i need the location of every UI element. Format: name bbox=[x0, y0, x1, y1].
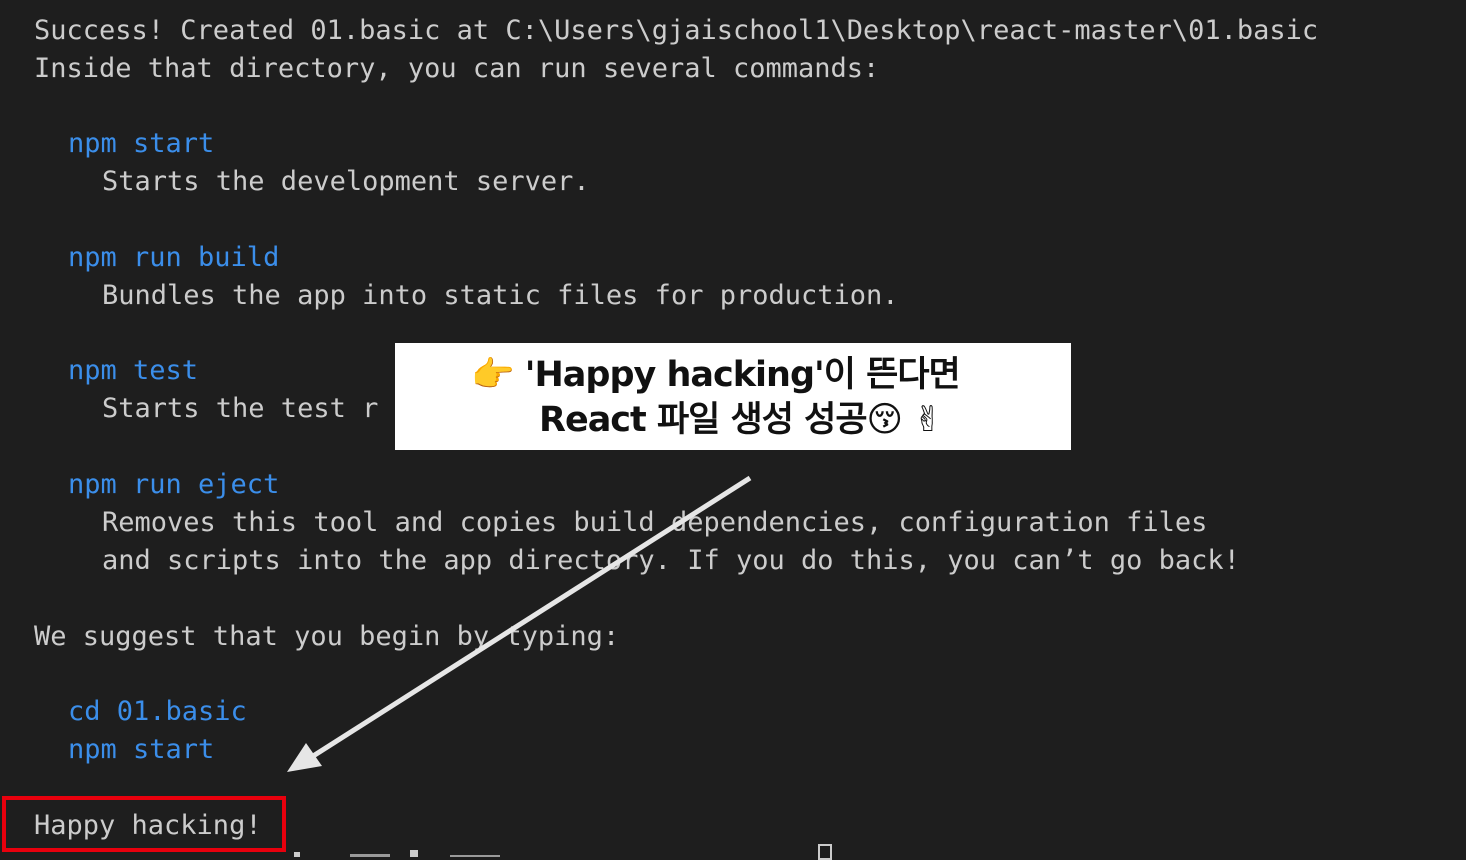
callout-line-2: React 파일 생성 성공😚 ✌ bbox=[539, 400, 943, 440]
arrow-shaft bbox=[308, 475, 752, 761]
annotation-callout: 👉 'Happy hacking'이 뜬다면 React 파일 생성 성공😚 ✌ bbox=[395, 343, 1071, 450]
callout-line-1: 👉 'Happy hacking'이 뜬다면 bbox=[471, 355, 961, 395]
arrow-head bbox=[287, 743, 322, 772]
terminal-output: Success! Created 01.basic at C:\Users\gj… bbox=[0, 0, 1466, 860]
